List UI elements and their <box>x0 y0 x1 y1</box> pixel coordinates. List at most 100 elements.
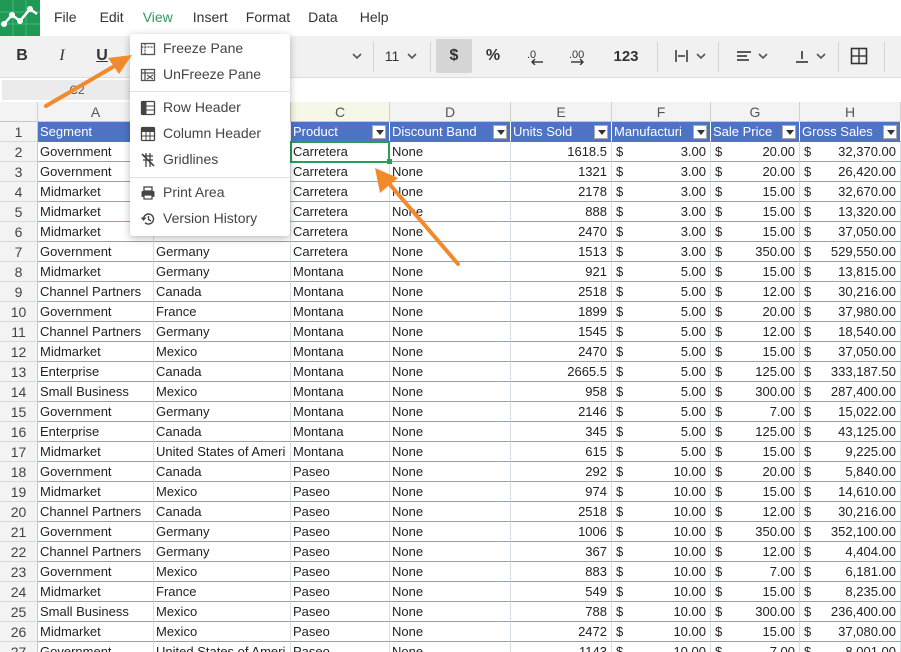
table-cell[interactable]: None <box>390 242 511 262</box>
row-header[interactable]: 7 <box>0 242 38 262</box>
table-cell[interactable]: Montana <box>291 442 390 462</box>
table-cell[interactable]: 2665.5 <box>511 362 612 382</box>
menu-item-unfreeze-pane[interactable]: UnFreeze Pane <box>130 63 290 87</box>
table-cell[interactable]: Paseo <box>291 482 390 502</box>
table-cell[interactable]: $350.00 <box>711 522 800 542</box>
table-cell[interactable]: $3.00 <box>612 182 711 202</box>
table-cell[interactable]: Midmarket <box>38 622 154 642</box>
table-cell[interactable]: Midmarket <box>38 442 154 462</box>
table-cell[interactable]: $300.00 <box>711 382 800 402</box>
column-header-d[interactable]: D <box>390 102 511 122</box>
menu-item-row-header[interactable]: Row Header <box>130 96 290 120</box>
menu-format[interactable]: Format <box>246 9 290 25</box>
table-cell[interactable]: Montana <box>291 342 390 362</box>
table-cell[interactable]: Montana <box>291 302 390 322</box>
table-cell[interactable]: $3.00 <box>612 222 711 242</box>
table-cell[interactable]: $5.00 <box>612 302 711 322</box>
table-cell[interactable]: Montana <box>291 402 390 422</box>
row-header[interactable]: 5 <box>0 202 38 222</box>
table-cell[interactable]: 549 <box>511 582 612 602</box>
table-cell[interactable]: $37,050.00 <box>800 222 901 242</box>
table-cell[interactable]: 1321 <box>511 162 612 182</box>
row-header[interactable]: 3 <box>0 162 38 182</box>
table-cell[interactable]: $20.00 <box>711 462 800 482</box>
table-cell[interactable]: $10.00 <box>612 522 711 542</box>
table-cell[interactable]: Carretera <box>291 222 390 242</box>
table-cell[interactable]: Enterprise <box>38 422 154 442</box>
table-cell[interactable]: 2518 <box>511 282 612 302</box>
table-cell[interactable]: 292 <box>511 462 612 482</box>
table-cell[interactable]: Government <box>38 562 154 582</box>
table-cell[interactable]: Carretera <box>291 202 390 222</box>
table-cell[interactable]: Mexico <box>154 622 291 642</box>
row-header[interactable]: 9 <box>0 282 38 302</box>
table-cell[interactable]: $236,400.00 <box>800 602 901 622</box>
number-format-button[interactable]: 123 <box>606 36 646 76</box>
table-cell[interactable]: 2178 <box>511 182 612 202</box>
table-cell[interactable]: $5.00 <box>612 442 711 462</box>
table-cell[interactable]: 921 <box>511 262 612 282</box>
row-header[interactable]: 27 <box>0 642 38 652</box>
table-cell[interactable]: Germany <box>154 542 291 562</box>
table-cell[interactable]: Paseo <box>291 502 390 522</box>
table-cell[interactable]: $5.00 <box>612 402 711 422</box>
row-header[interactable]: 2 <box>0 142 38 162</box>
table-cell[interactable]: $5.00 <box>612 422 711 442</box>
row-header[interactable]: 14 <box>0 382 38 402</box>
table-cell[interactable]: $352,100.00 <box>800 522 901 542</box>
table-cell[interactable]: $3.00 <box>612 202 711 222</box>
text-align-select[interactable] <box>728 36 776 76</box>
table-cell[interactable]: None <box>390 142 511 162</box>
table-cell[interactable]: Midmarket <box>38 582 154 602</box>
table-cell[interactable]: Germany <box>154 242 291 262</box>
table-cell[interactable]: 615 <box>511 442 612 462</box>
table-cell[interactable]: None <box>390 362 511 382</box>
menu-view[interactable]: View <box>143 9 173 25</box>
table-cell[interactable]: $3.00 <box>612 142 711 162</box>
column-header-f[interactable]: F <box>612 102 711 122</box>
table-cell[interactable]: $529,550.00 <box>800 242 901 262</box>
column-header-g[interactable]: G <box>711 102 800 122</box>
table-cell[interactable]: Canada <box>154 462 291 482</box>
horizontal-align-select[interactable] <box>666 36 714 76</box>
table-cell[interactable]: 1006 <box>511 522 612 542</box>
table-cell[interactable]: $13,320.00 <box>800 202 901 222</box>
menu-help[interactable]: Help <box>360 9 389 25</box>
table-cell[interactable]: None <box>390 182 511 202</box>
table-cell[interactable]: None <box>390 382 511 402</box>
table-cell[interactable]: Paseo <box>291 602 390 622</box>
menu-file[interactable]: File <box>54 9 77 25</box>
table-cell[interactable]: $5.00 <box>612 262 711 282</box>
table-header-cell[interactable]: Units Sold <box>511 122 612 142</box>
table-cell[interactable]: Midmarket <box>38 262 154 282</box>
table-cell[interactable]: 2472 <box>511 622 612 642</box>
percent-format-button[interactable]: % <box>476 36 510 76</box>
table-cell[interactable]: 367 <box>511 542 612 562</box>
table-cell[interactable]: None <box>390 622 511 642</box>
table-cell[interactable]: $3.00 <box>612 242 711 262</box>
table-cell[interactable]: 2146 <box>511 402 612 422</box>
table-cell[interactable]: $4,404.00 <box>800 542 901 562</box>
table-cell[interactable]: $20.00 <box>711 162 800 182</box>
increase-decimals-button[interactable]: .00 <box>562 36 596 76</box>
filter-dropdown-icon[interactable] <box>782 125 796 139</box>
row-header[interactable]: 17 <box>0 442 38 462</box>
table-cell[interactable]: Germany <box>154 322 291 342</box>
table-cell[interactable]: $7.00 <box>711 402 800 422</box>
table-cell[interactable]: 345 <box>511 422 612 442</box>
table-cell[interactable]: Canada <box>154 502 291 522</box>
underline-button[interactable]: U <box>88 36 116 76</box>
fill-handle[interactable] <box>387 159 392 164</box>
table-cell[interactable]: None <box>390 162 511 182</box>
filter-dropdown-icon[interactable] <box>493 125 507 139</box>
filter-dropdown-icon[interactable] <box>594 125 608 139</box>
table-cell[interactable]: $5,840.00 <box>800 462 901 482</box>
table-cell[interactable]: $20.00 <box>711 142 800 162</box>
menu-item-column-header[interactable]: Column Header <box>130 122 290 146</box>
table-cell[interactable]: $5.00 <box>612 342 711 362</box>
row-header[interactable]: 13 <box>0 362 38 382</box>
table-cell[interactable]: Channel Partners <box>38 322 154 342</box>
table-cell[interactable]: $10.00 <box>612 622 711 642</box>
table-cell[interactable]: $333,187.50 <box>800 362 901 382</box>
menu-item-gridlines[interactable]: Gridlines <box>130 148 290 172</box>
